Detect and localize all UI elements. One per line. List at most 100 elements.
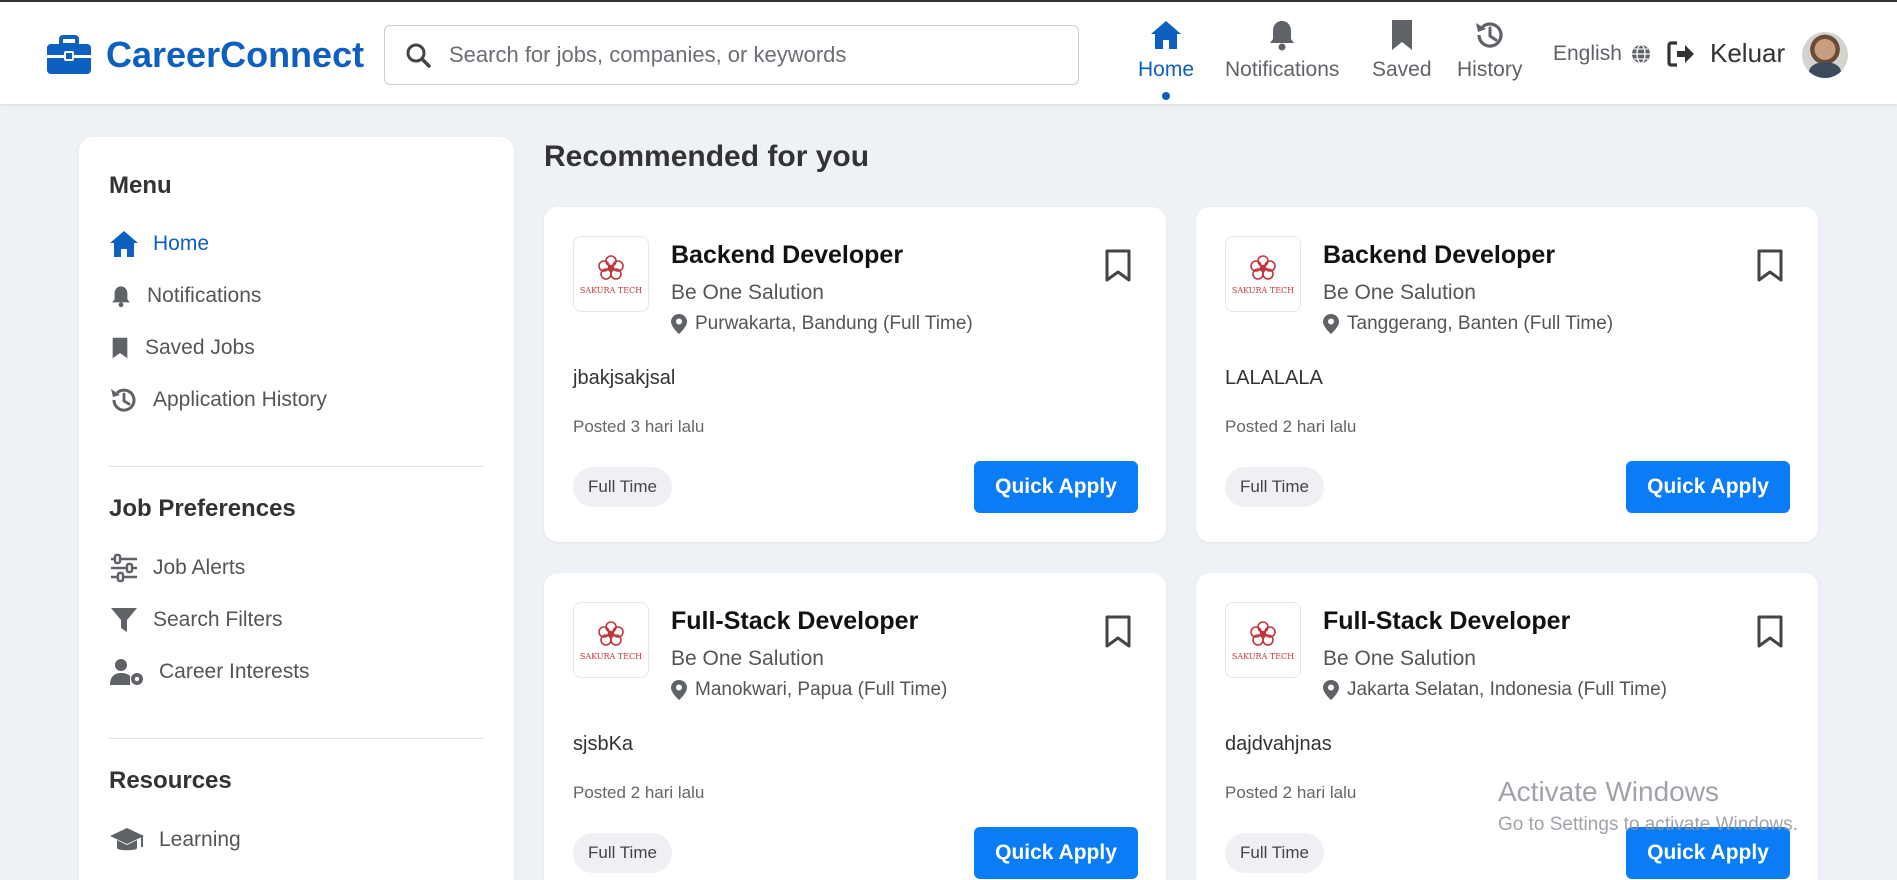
language-selector[interactable]: English	[1553, 42, 1652, 66]
search-input[interactable]	[449, 42, 1049, 68]
employment-type-badge: Full Time	[1225, 833, 1324, 873]
bookmark-outline-icon[interactable]	[1104, 615, 1132, 649]
job-description: jbakjsakjsal	[573, 367, 676, 389]
sidebar-item-label: Notifications	[147, 284, 262, 307]
company-logo: SAKURA TECH	[573, 602, 649, 678]
sidebar-item-saved-jobs[interactable]: Saved Jobs	[109, 333, 255, 363]
briefcase-icon	[47, 35, 91, 74]
nav-history[interactable]: History	[1457, 18, 1522, 92]
nav-saved-label: Saved	[1372, 58, 1432, 81]
job-location: Purwakarta, Bandung (Full Time)	[671, 313, 973, 335]
sidebar-divider	[109, 466, 484, 467]
sidebar-item-label: Career Interests	[159, 660, 310, 683]
nav-saved[interactable]: Saved	[1372, 18, 1432, 92]
map-pin-icon	[671, 680, 687, 700]
job-location: Jakarta Selatan, Indonesia (Full Time)	[1323, 679, 1667, 701]
map-pin-icon	[1323, 314, 1339, 334]
nav-notifications[interactable]: Notifications	[1225, 18, 1339, 92]
company-logo-text: SAKURA TECH	[1231, 286, 1295, 295]
home-icon	[1151, 21, 1182, 49]
sidebar-item-label: Home	[153, 232, 210, 255]
sidebar-item-search-filters[interactable]: Search Filters	[109, 605, 283, 635]
sidebar-item-home[interactable]: Home	[109, 229, 209, 259]
sign-out-icon	[1667, 40, 1694, 67]
job-title[interactable]: Backend Developer	[671, 241, 903, 270]
sidebar-item-label: Job Alerts	[153, 556, 246, 579]
globe-icon	[1631, 44, 1650, 64]
job-card[interactable]: SAKURA TECH Backend Developer Be One Sal…	[544, 207, 1166, 542]
bookmark-icon	[1391, 20, 1412, 50]
brand-logo[interactable]: CareerConnect	[46, 32, 364, 78]
company-logo: SAKURA TECH	[573, 236, 649, 312]
nav-home-label: Home	[1138, 58, 1195, 81]
logout-label: Keluar	[1710, 38, 1786, 68]
sidebar-item-label: Search Filters	[153, 608, 283, 631]
top-header: CareerConnect Home Notifications Saved	[0, 0, 1897, 104]
job-card[interactable]: SAKURA TECH Backend Developer Be One Sal…	[1196, 207, 1818, 542]
company-name: Be One Salution	[671, 647, 824, 670]
history-icon	[111, 388, 136, 412]
employment-type-badge: Full Time	[1225, 467, 1324, 507]
quick-apply-button[interactable]: Quick Apply	[1626, 461, 1790, 513]
sidebar-item-label: Saved Jobs	[145, 336, 255, 359]
logout-button[interactable]: Keluar	[1666, 38, 1785, 69]
sidebar-item-learning[interactable]: Learning	[109, 825, 241, 855]
quick-apply-button[interactable]: Quick Apply	[974, 827, 1138, 879]
watermark-title: Activate Windows	[1498, 776, 1719, 807]
menu-title: Menu	[109, 172, 172, 199]
bookmark-outline-icon[interactable]	[1104, 249, 1132, 283]
sidebar-item-label: Learning	[159, 828, 241, 851]
job-location-text: Purwakarta, Bandung (Full Time)	[695, 313, 973, 334]
job-title[interactable]: Full-Stack Developer	[1323, 607, 1570, 636]
bookmark-outline-icon[interactable]	[1756, 615, 1784, 649]
sidebar-item-career-interests[interactable]: Career Interests	[109, 657, 310, 687]
sakura-flower-icon	[1250, 621, 1276, 646]
job-location-text: Manokwari, Papua (Full Time)	[695, 679, 948, 700]
job-description: LALALALA	[1225, 367, 1323, 389]
job-title[interactable]: Full-Stack Developer	[671, 607, 918, 636]
user-gear-icon	[110, 659, 143, 685]
company-logo-text: SAKURA TECH	[1231, 652, 1295, 661]
company-name: Be One Salution	[1323, 281, 1476, 304]
sidebar-item-job-alerts[interactable]: Job Alerts	[109, 553, 245, 583]
sakura-flower-icon	[598, 255, 624, 280]
job-title[interactable]: Backend Developer	[1323, 241, 1555, 270]
company-name: Be One Salution	[671, 281, 824, 304]
search-icon	[406, 43, 431, 68]
nav-history-label: History	[1457, 58, 1523, 81]
company-logo-text: SAKURA TECH	[579, 286, 643, 295]
sidebar-item-application-history[interactable]: Application History	[109, 385, 327, 415]
bookmark-icon	[112, 337, 128, 359]
nav-home[interactable]: Home	[1138, 18, 1195, 100]
sidebar-item-label: Application History	[153, 388, 327, 411]
job-preferences-title: Job Preferences	[109, 495, 296, 522]
history-icon	[1475, 22, 1503, 48]
job-description: sjsbKa	[573, 733, 634, 755]
posted-time: Posted 2 hari lalu	[1225, 417, 1357, 436]
employment-type-badge: Full Time	[573, 467, 672, 507]
filter-icon	[111, 608, 137, 632]
avatar[interactable]	[1802, 32, 1848, 78]
posted-time: Posted 3 hari lalu	[573, 417, 705, 436]
posted-time: Posted 2 hari lalu	[1225, 783, 1357, 802]
company-name: Be One Salution	[1323, 647, 1476, 670]
graduation-cap-icon	[110, 828, 144, 851]
company-logo: SAKURA TECH	[1225, 602, 1301, 678]
bookmark-outline-icon[interactable]	[1756, 249, 1784, 283]
language-label: English	[1553, 42, 1622, 65]
watermark-subtitle: Go to Settings to activate Windows.	[1498, 814, 1798, 835]
search-bar[interactable]	[384, 25, 1079, 85]
job-location-text: Tanggerang, Banten (Full Time)	[1347, 313, 1614, 334]
bell-icon	[1270, 21, 1295, 51]
page-title: Recommended for you	[544, 140, 870, 173]
sliders-icon	[111, 553, 137, 583]
sakura-flower-icon	[598, 621, 624, 646]
resources-title: Resources	[109, 767, 232, 794]
job-card[interactable]: SAKURA TECH Full-Stack Developer Be One …	[544, 573, 1166, 880]
quick-apply-button[interactable]: Quick Apply	[974, 461, 1138, 513]
brand-name: CareerConnect	[106, 34, 365, 75]
sidebar: Menu Home Notifications Saved Jobs Appli…	[79, 137, 514, 880]
employment-type-badge: Full Time	[573, 833, 672, 873]
sidebar-item-notifications[interactable]: Notifications	[109, 281, 261, 311]
map-pin-icon	[671, 314, 687, 334]
